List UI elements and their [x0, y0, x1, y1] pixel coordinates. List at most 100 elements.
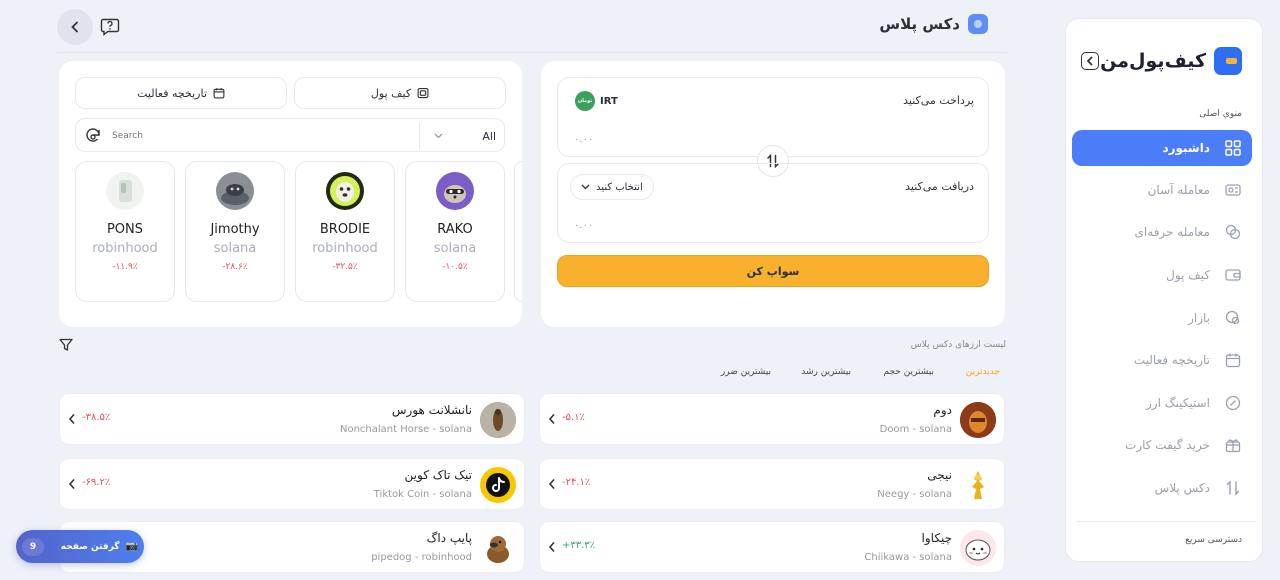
chevron-left-icon	[548, 413, 555, 425]
sidebar-item-label: دکس پلاس	[1154, 481, 1210, 495]
chevron-left-icon	[548, 541, 555, 553]
pay-token-selector[interactable]: تومان IRT	[572, 88, 626, 114]
token-card[interactable]: Jimothy solana -۲۸.۶٪	[185, 161, 285, 302]
row-name: تیک تاک کوین	[404, 468, 472, 482]
token-chain: solana	[213, 241, 257, 256]
tab-activity-history[interactable]: تاریخچه فعالیت	[75, 77, 287, 109]
token-card[interactable]: PONS robinhood -۱۱.۹٪	[75, 161, 175, 302]
token-avatar	[106, 172, 144, 210]
sidebar-item-market[interactable]: بازار	[1072, 300, 1252, 336]
token-filter-bar: All	[75, 118, 505, 152]
receive-token-selector[interactable]: انتخاب کنید	[570, 174, 654, 200]
sidebar-item-gift-card[interactable]: خرید گیفت کارت	[1072, 427, 1252, 463]
token-row[interactable]: تیک تاک کوین Tiktok Coin - solana -۶۹.۲٪	[59, 458, 525, 510]
token-row[interactable]: نانشلانت هورس Nonchalant Horse - solana …	[59, 393, 525, 445]
row-change: +۳۳.۳٪	[562, 540, 596, 551]
swap-panel: پرداخت می‌کنید تومان IRT ۰.۰۰ دریافت می‌…	[541, 61, 1005, 327]
sidebar-item-label: داشبورد	[1162, 141, 1210, 155]
token-card[interactable]: BRODIE robinhood -۳۲.۵٪	[295, 161, 395, 302]
row-name: دوم	[933, 403, 952, 417]
tab-label: کیف پول	[370, 86, 412, 100]
pro-trade-icon	[1224, 223, 1242, 241]
chevron-down-icon	[434, 133, 443, 139]
pay-amount-input[interactable]: ۰.۰۰	[574, 134, 593, 145]
sort-tab-volume[interactable]: بیشترین حجم	[883, 367, 934, 377]
token-row[interactable]: چیکاوا Chiikawa - solana +۳۳.۳٪	[539, 521, 1005, 573]
token-avatar	[480, 467, 516, 503]
chevron-left-icon	[68, 478, 75, 490]
row-subtitle: Chiikawa - solana	[864, 552, 952, 563]
sidebar-item-dex-plus[interactable]: دکس پلاس	[1072, 470, 1252, 506]
row-change: -۳۸.۵٪	[82, 412, 111, 423]
row-subtitle: Doom - solana	[879, 424, 952, 435]
wallet-panel: تاریخچه فعالیت کیف پول All RAKO solana -…	[59, 61, 522, 327]
receive-select-label: انتخاب کنید	[596, 181, 643, 193]
sidebar-item-activity-history[interactable]: تاریخچه فعالیت	[1072, 342, 1252, 378]
sidebar-item-label: خرید گیفت کارت	[1125, 438, 1210, 452]
sort-tab-newest[interactable]: جدیدترین	[966, 367, 1000, 377]
sidebar-item-wallet[interactable]: کیف پول	[1072, 257, 1252, 293]
staking-icon	[1224, 394, 1242, 412]
token-chain: robinhood	[92, 241, 158, 256]
token-row[interactable]: دوم Doom - solana -۵.۱٪	[539, 393, 1005, 445]
swap-button[interactable]: سواپ کن	[557, 255, 989, 287]
irt-token-badge: تومان	[577, 98, 593, 104]
sidebar-item-label: بازار	[1188, 311, 1210, 325]
brand-name: کیف‌پول‌من	[1100, 50, 1206, 72]
irt-token-icon: تومان	[575, 91, 595, 111]
dex-plus-icon	[968, 14, 988, 34]
chevron-left-icon	[71, 21, 78, 33]
token-avatar	[480, 402, 516, 438]
brand-logo-icon	[1214, 47, 1242, 75]
gift-icon	[1224, 436, 1242, 454]
sidebar-item-label: کیف پول	[1166, 268, 1210, 282]
row-name: چیکاوا	[921, 531, 952, 545]
sidebar-item-pro-trade[interactable]: معامله حرفه‌ای	[1072, 214, 1252, 250]
sort-tab-growth[interactable]: بیشترین رشد	[801, 367, 851, 377]
sort-tab-loss[interactable]: بیشترین ضرر	[721, 367, 771, 377]
market-icon	[1224, 309, 1242, 327]
help-button[interactable]	[100, 18, 120, 36]
quick-access-label: دسترسی سریع	[1185, 535, 1242, 545]
refresh-search-icon[interactable]	[86, 128, 102, 144]
tab-wallet[interactable]: کیف پول	[294, 77, 506, 109]
row-subtitle: pipedog - robinhood	[371, 552, 472, 563]
row-subtitle: Nonchalant Horse - solana	[339, 424, 472, 435]
pay-label: پرداخت می‌کنید	[903, 94, 974, 107]
list-title: لیست ارزهای دکس پلاس	[910, 340, 1006, 350]
row-subtitle: Neegy - solana	[877, 489, 952, 500]
sidebar-item-dashboard[interactable]: داشبورد	[1072, 130, 1252, 166]
page-title: دکس پلاس	[879, 14, 988, 34]
token-card[interactable]: RAKO solana -۱۰.۵٪	[405, 161, 505, 302]
token-chain: solana	[433, 241, 477, 256]
brand[interactable]: کیف‌پول‌من	[1100, 47, 1242, 75]
sidebar: کیف‌پول‌من منوی اصلی داشبورد معامله آسان…	[1065, 18, 1263, 562]
screenshot-button[interactable]: 📷 گرفتن صفحه 9	[16, 530, 144, 563]
row-name: نانشلانت هورس	[391, 403, 472, 417]
token-avatar	[436, 172, 474, 210]
grid-icon	[1224, 139, 1242, 157]
sidebar-item-label: تاریخچه فعالیت	[1133, 353, 1210, 367]
main-menu-label: منوی اصلی	[1199, 109, 1242, 119]
sidebar-item-staking[interactable]: استیکینگ ارز	[1072, 385, 1252, 421]
tab-label: تاریخچه فعالیت	[137, 86, 207, 100]
filter-icon	[59, 338, 73, 351]
sidebar-collapse-button[interactable]	[1081, 52, 1099, 70]
swap-arrows-icon	[1224, 479, 1242, 497]
back-button[interactable]	[57, 9, 93, 45]
token-avatar	[326, 172, 364, 210]
screenshot-button-label: گرفتن صفحه	[60, 541, 120, 552]
sidebar-item-easy-trade[interactable]: معامله آسان	[1072, 172, 1252, 208]
sidebar-divider	[1076, 521, 1256, 522]
search-input[interactable]	[112, 127, 412, 145]
header-divider	[57, 52, 1007, 53]
network-filter-select[interactable]: All	[426, 119, 504, 153]
filter-button[interactable]	[59, 338, 73, 352]
sidebar-item-label: معامله آسان	[1147, 183, 1210, 197]
token-row[interactable]: نیجی Neegy - solana -۲۴.۱٪	[539, 458, 1005, 510]
wallet-icon	[1224, 266, 1242, 284]
token-change: -۳۲.۵٪	[332, 262, 358, 272]
easy-trade-icon	[1224, 181, 1242, 199]
token-name: BRODIE	[319, 222, 371, 237]
chevron-left-icon	[548, 478, 555, 490]
